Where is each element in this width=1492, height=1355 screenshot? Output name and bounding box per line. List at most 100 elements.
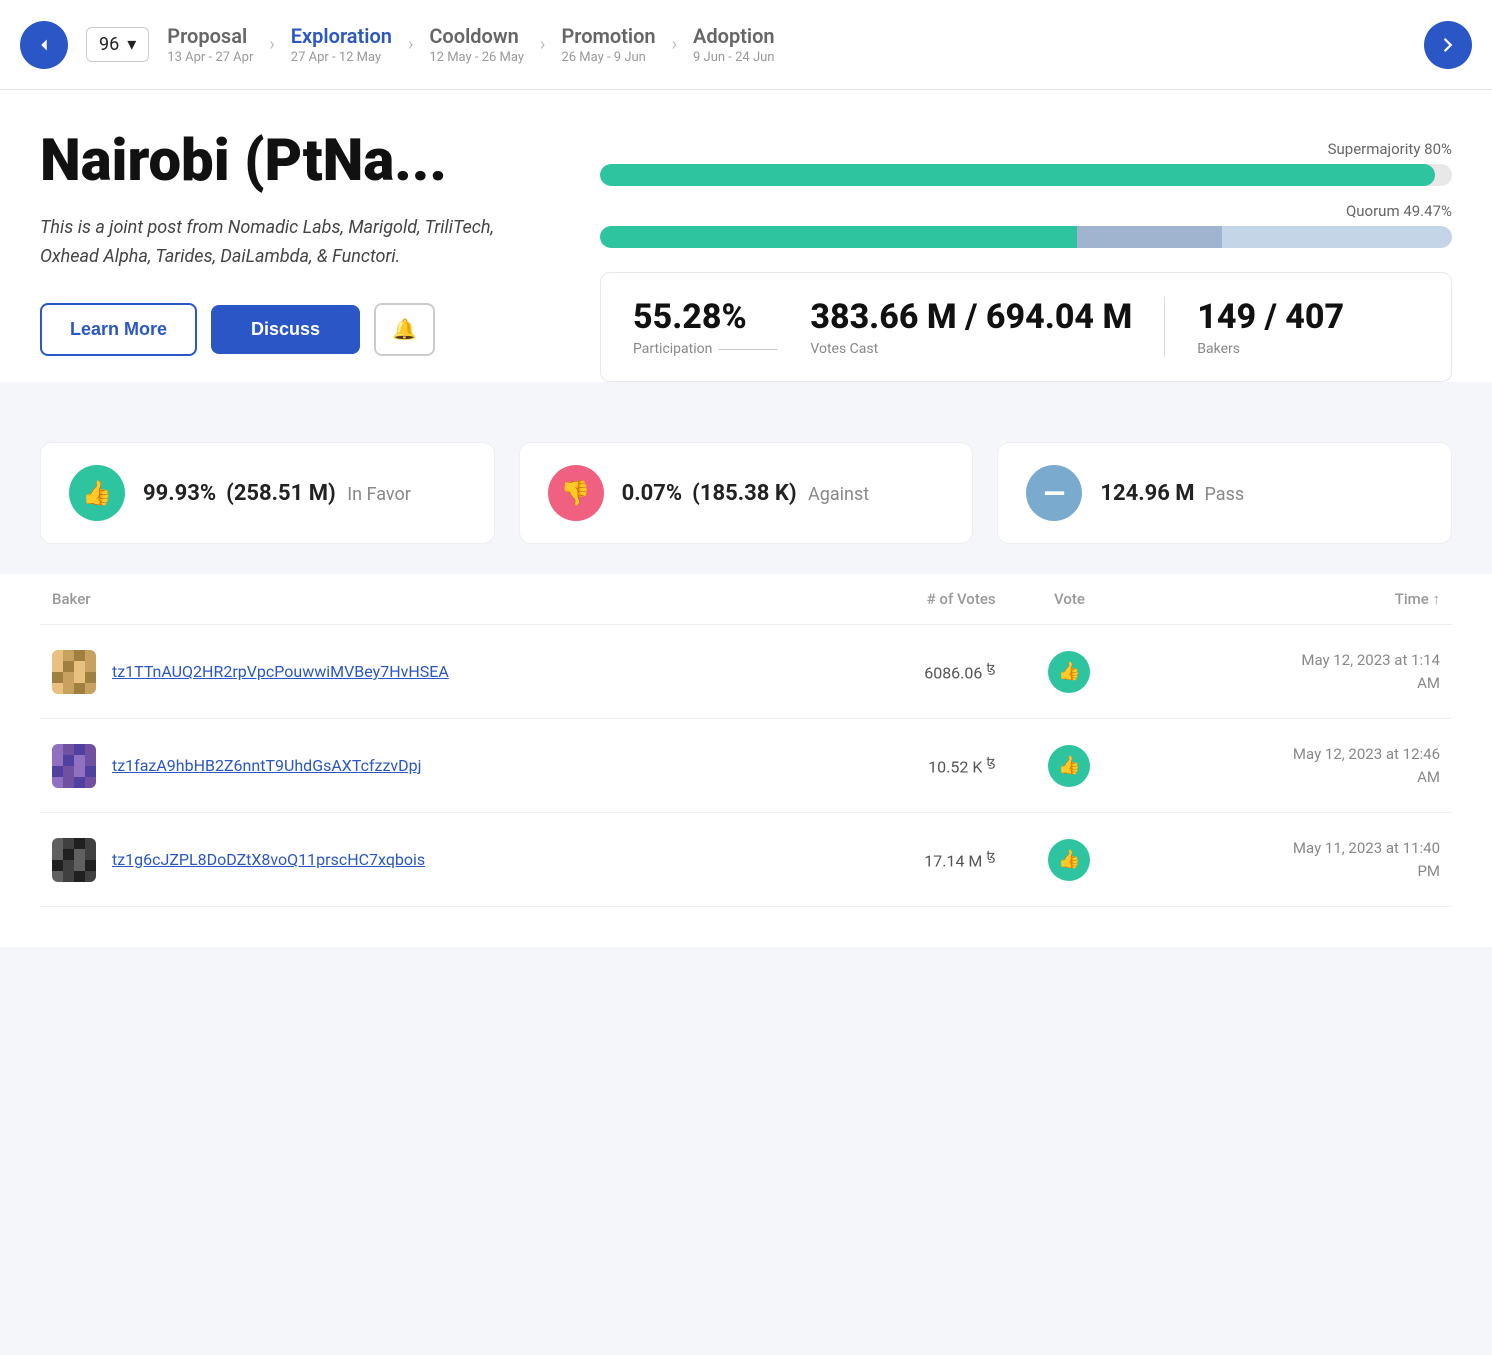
baker-address-link-1[interactable]: tz1TTnAUQ2HR2rpVpcPouwwiMVBey7HvHSEA xyxy=(112,662,449,681)
nav-steps: Proposal 13 Apr - 27 Apr › Exploration 2… xyxy=(167,24,1424,65)
step-arrow-4: › xyxy=(672,34,677,55)
quorum-bar xyxy=(600,226,1452,248)
step-label-adoption: Adoption xyxy=(693,24,775,48)
col-vote: Vote xyxy=(1008,574,1132,625)
step-label-promotion: Promotion xyxy=(561,24,655,48)
vote-card-pass: — 124.96 M Pass xyxy=(997,442,1452,544)
baker-avatar-1 xyxy=(52,650,96,694)
nav-step-exploration[interactable]: Exploration 27 Apr - 12 May xyxy=(291,24,392,65)
vote-card-favor: 👍 99.93% (258.51 M) In Favor xyxy=(40,442,495,544)
votes-cell-2: 10.52 K ꜩ xyxy=(829,719,1008,813)
step-date-cooldown: 12 May - 26 May xyxy=(429,50,524,65)
table-row: tz1g6cJZPL8DoDZtX8voQ11prscHC7xqbois 17.… xyxy=(40,813,1452,907)
col-votes: # of Votes xyxy=(829,574,1008,625)
bakers-table: Baker # of Votes Vote Time ↑ xyxy=(40,574,1452,907)
pass-dash-icon: — xyxy=(1044,477,1065,510)
table-section: Baker # of Votes Vote Time ↑ xyxy=(0,574,1492,947)
stat-divider xyxy=(1164,297,1165,357)
baker-cell-2: tz1fazA9hbHB2Z6nntT9UhdGsAXTcfzzvDpj xyxy=(40,719,829,813)
vote-dot-2: 👍 xyxy=(1048,745,1090,787)
participation-value: 55.28% xyxy=(633,297,747,337)
vote-cell-1: 👍 xyxy=(1008,625,1132,719)
nav-step-adoption[interactable]: Adoption 9 Jun - 24 Jun xyxy=(693,24,775,65)
proposal-left: Nairobi (PtNa... This is a joint post fr… xyxy=(40,130,540,356)
bakers-label: Bakers xyxy=(1197,341,1240,357)
votes-summary-section: 👍 99.93% (258.51 M) In Favor 👎 0.07% (18… xyxy=(0,412,1492,574)
step-date-proposal: 13 Apr - 27 Apr xyxy=(167,50,253,65)
pass-text: 124.96 M Pass xyxy=(1100,481,1244,506)
baker-avatar-3 xyxy=(52,838,96,882)
proposal-right: Supermajority 80% Quorum 49.47% 55.28% P… xyxy=(600,130,1452,382)
tez-symbol-2: ꜩ xyxy=(986,755,995,770)
votes-cast-value: 383.66 M / 694.04 M xyxy=(810,297,1132,337)
baker-cell-1: tz1TTnAUQ2HR2rpVpcPouwwiMVBey7HvHSEA xyxy=(40,625,829,719)
votes-cell-1: 6086.06 ꜩ xyxy=(829,625,1008,719)
bell-icon: 🔔 xyxy=(392,319,417,341)
col-baker: Baker xyxy=(40,574,829,625)
proposal-number-select[interactable]: 96 ▾ xyxy=(86,27,149,62)
favor-pct: 99.93% xyxy=(143,481,216,506)
top-navigation: 96 ▾ Proposal 13 Apr - 27 Apr › Explorat… xyxy=(0,0,1492,90)
main-content: Nairobi (PtNa... This is a joint post fr… xyxy=(0,90,1492,382)
time-cell-3: May 11, 2023 at 11:40 PM xyxy=(1131,813,1452,907)
step-label-proposal: Proposal xyxy=(167,24,253,48)
against-amount: (185.38 K) xyxy=(692,481,802,506)
vote-dot-3: 👍 xyxy=(1048,839,1090,881)
proposal-number: 96 xyxy=(99,34,119,55)
yay-icon-1: 👍 xyxy=(1058,661,1080,682)
supermajority-bar-fill xyxy=(600,164,1435,186)
proposal-actions: Learn More Discuss 🔔 xyxy=(40,303,540,356)
vote-card-against: 👎 0.07% (185.38 K) Against xyxy=(519,442,974,544)
step-date-exploration: 27 Apr - 12 May xyxy=(291,50,392,65)
votes-cast-label: Votes Cast xyxy=(810,341,878,357)
step-arrow-2: › xyxy=(408,34,413,55)
stat-line-decoration xyxy=(718,349,778,350)
nav-step-proposal[interactable]: Proposal 13 Apr - 27 Apr xyxy=(167,24,253,65)
thumbs-up-icon: 👍 xyxy=(82,479,112,507)
tez-symbol-3: ꜩ xyxy=(986,849,995,864)
baker-address-link-3[interactable]: tz1g6cJZPL8DoDZtX8voQ11prscHC7xqbois xyxy=(112,850,425,869)
forward-button[interactable] xyxy=(1424,21,1472,69)
time-cell-2: May 12, 2023 at 12:46 AM xyxy=(1131,719,1452,813)
table-row: tz1fazA9hbHB2Z6nntT9UhdGsAXTcfzzvDpj 10.… xyxy=(40,719,1452,813)
baker-address-link-2[interactable]: tz1fazA9hbHB2Z6nntT9UhdGsAXTcfzzvDpj xyxy=(112,756,421,775)
stat-bakers: 149 / 407 Bakers xyxy=(1197,297,1344,357)
proposal-header: Nairobi (PtNa... This is a joint post fr… xyxy=(40,130,1452,382)
supermajority-bar xyxy=(600,164,1452,186)
nav-step-promotion[interactable]: Promotion 26 May - 9 Jun xyxy=(561,24,655,65)
stat-votes-cast: 383.66 M / 694.04 M Votes Cast xyxy=(810,297,1132,357)
bell-button[interactable]: 🔔 xyxy=(374,303,435,356)
participation-label: Participation xyxy=(633,341,778,357)
quorum-bar-green xyxy=(600,226,1077,248)
quorum-label: Quorum 49.47% xyxy=(600,202,1452,220)
supermajority-label: Supermajority 80% xyxy=(600,140,1452,158)
quorum-bar-blue xyxy=(1077,226,1222,248)
col-time: Time ↑ xyxy=(1131,574,1452,625)
vote-dot-1: 👍 xyxy=(1048,651,1090,693)
discuss-button[interactable]: Discuss xyxy=(211,305,360,354)
against-icon: 👎 xyxy=(548,465,604,521)
table-header-row: Baker # of Votes Vote Time ↑ xyxy=(40,574,1452,625)
step-arrow-1: › xyxy=(269,34,274,55)
proposal-description: This is a joint post from Nomadic Labs, … xyxy=(40,214,540,272)
learn-more-button[interactable]: Learn More xyxy=(40,303,197,356)
table-row: tz1TTnAUQ2HR2rpVpcPouwwiMVBey7HvHSEA 608… xyxy=(40,625,1452,719)
vote-cell-2: 👍 xyxy=(1008,719,1132,813)
tez-symbol-1: ꜩ xyxy=(986,661,995,676)
against-text: 0.07% (185.38 K) Against xyxy=(622,481,869,506)
nav-step-cooldown[interactable]: Cooldown 12 May - 26 May xyxy=(429,24,524,65)
against-label: Against xyxy=(808,484,869,505)
favor-label: In Favor xyxy=(347,484,411,505)
vote-cell-3: 👍 xyxy=(1008,813,1132,907)
step-date-promotion: 26 May - 9 Jun xyxy=(561,50,655,65)
baker-avatar-2 xyxy=(52,744,96,788)
stat-participation: 55.28% Participation xyxy=(633,297,778,357)
favor-amount: (258.51 M) xyxy=(226,481,341,506)
back-button[interactable] xyxy=(20,21,68,69)
pass-label: Pass xyxy=(1205,484,1245,505)
voting-stats-box: 55.28% Participation 383.66 M / 694.04 M… xyxy=(600,272,1452,382)
proposal-title: Nairobi (PtNa... xyxy=(40,130,540,194)
time-cell-1: May 12, 2023 at 1:14 AM xyxy=(1131,625,1452,719)
yay-icon-2: 👍 xyxy=(1058,755,1080,776)
votes-cell-3: 17.14 M ꜩ xyxy=(829,813,1008,907)
